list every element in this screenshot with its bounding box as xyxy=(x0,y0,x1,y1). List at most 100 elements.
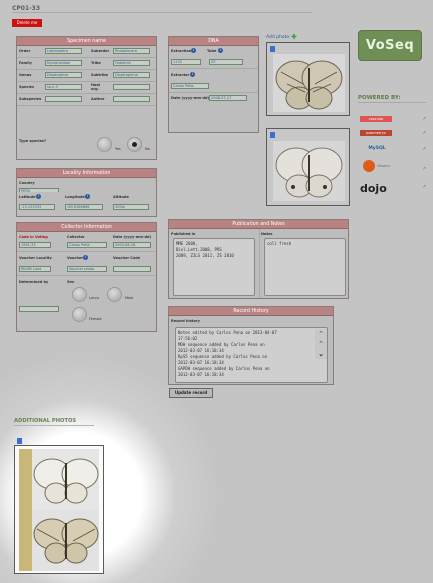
column-divider xyxy=(259,229,260,298)
arrow-icon[interactable]: ↗ xyxy=(422,130,426,136)
history-textarea: Notes edited by Carlos Pena on 2013-04-0… xyxy=(175,327,328,383)
dojo-logo[interactable]: dojo xyxy=(360,182,387,195)
butterfly-photo-1[interactable] xyxy=(273,54,345,112)
coordinates-panel: Latitude i -13.133333 Longitude i -69.61… xyxy=(16,192,157,217)
collector-date-label: Date (yyyy-mm-dd) xyxy=(113,235,152,239)
photo-frame-1 xyxy=(266,42,350,116)
extraction-label: Extraction xyxy=(171,49,192,53)
subtribe-field[interactable]: Dioptrophina xyxy=(113,72,150,78)
collector-panel: Collector Information Code in Voting 195… xyxy=(16,222,157,332)
ubuntu-logo-icon[interactable] xyxy=(363,160,375,172)
row-divider xyxy=(17,81,156,82)
title-divider xyxy=(12,12,312,13)
dna-date-field[interactable]: 2008-07-17 xyxy=(209,95,247,101)
voucher-label: Voucher xyxy=(67,256,84,260)
extractor-info-icon[interactable]: i xyxy=(190,72,195,77)
tribe-label: Tribe xyxy=(91,61,101,65)
altitude-field[interactable]: 300m xyxy=(113,204,149,210)
row-divider xyxy=(17,105,156,106)
sponsor-logo-2[interactable]: pasimetryx xyxy=(360,130,392,136)
page-title: CP01-33 xyxy=(12,5,40,12)
arrow-icon[interactable]: ↗ xyxy=(422,146,426,152)
row-divider xyxy=(17,93,156,94)
additional-photo-frame xyxy=(14,445,104,574)
sex-male-radio[interactable] xyxy=(107,287,122,302)
determined-by-field[interactable] xyxy=(19,306,59,312)
species-field[interactable]: sp.n.3 xyxy=(45,84,82,90)
tube-field[interactable]: 25 xyxy=(209,59,243,65)
type-species-yes-radio[interactable] xyxy=(97,137,112,152)
voucher-code-field[interactable] xyxy=(113,266,151,272)
row-divider xyxy=(169,92,258,93)
arrow-icon[interactable]: ↗ xyxy=(422,166,426,172)
powered-by-divider xyxy=(358,102,426,103)
row-divider xyxy=(17,69,156,70)
published-in-field[interactable]: MME 2008, Biol.Lett.2008, PRS 2009, ZJLS… xyxy=(173,238,255,296)
collector-date-field[interactable]: 2003-08-26 xyxy=(113,242,151,248)
file-icon[interactable] xyxy=(17,438,22,444)
extractor-field[interactable]: Carlos Peña xyxy=(171,83,209,89)
suborder-field[interactable]: Rhopalocera xyxy=(113,48,150,54)
genus-label: Genus xyxy=(19,73,32,77)
voucher-info-icon[interactable]: i xyxy=(83,255,88,260)
scroll-up-icon[interactable]: ⌃ xyxy=(316,330,326,338)
extraction-field[interactable]: 1133 xyxy=(171,59,201,65)
order-field[interactable]: Lepidoptera xyxy=(45,48,82,54)
collector-field[interactable]: Carlos Peña xyxy=(67,242,107,248)
voseq-logo[interactable]: VoSeq xyxy=(358,30,422,61)
tube-label: Tube xyxy=(207,49,217,53)
genus-field[interactable]: Dioptrophas xyxy=(45,72,82,78)
add-photo-link[interactable]: Add photo xyxy=(266,35,289,40)
latitude-field[interactable]: -13.133333 xyxy=(19,204,55,210)
add-photo-icon[interactable]: ✚ xyxy=(291,34,297,41)
history-heading: Record History xyxy=(169,307,333,316)
update-record-button[interactable]: Update record xyxy=(169,388,213,398)
family-label: Family xyxy=(19,61,32,65)
collector-heading: Collector Information xyxy=(17,223,156,232)
additional-photos-title: ADDITIONAL PHOTOS xyxy=(14,418,77,424)
extraction-info-icon[interactable]: i xyxy=(191,48,196,53)
specimen-photo-pair[interactable] xyxy=(19,449,99,571)
code-field[interactable]: 1951-33 xyxy=(19,242,51,248)
dna-panel: DNA Extraction i Tube i 1133 25 Extracto… xyxy=(168,36,259,133)
country-label: Country xyxy=(19,181,35,185)
latitude-info-icon[interactable]: i xyxy=(36,194,41,199)
latitude-label: Latitude xyxy=(19,195,36,199)
author-label: Author xyxy=(91,97,105,101)
male-label: Male xyxy=(125,296,134,300)
sponsor-logo-1[interactable]: vascular xyxy=(360,116,392,122)
history-scrollbar[interactable]: ⌃ ⌃ ⌄ xyxy=(315,329,327,359)
notes-field[interactable]: coll fresh xyxy=(264,238,346,296)
order-label: Order xyxy=(19,49,31,53)
longitude-info-icon[interactable]: i xyxy=(85,194,90,199)
code-label: Code in Voting xyxy=(19,235,48,239)
file-icon[interactable] xyxy=(270,132,275,138)
sex-female-radio[interactable] xyxy=(72,307,87,322)
notes-label: Notes xyxy=(261,232,273,236)
type-species-no-radio[interactable] xyxy=(127,137,142,152)
determined-by-label: Determined by xyxy=(19,280,49,284)
subspecies-field[interactable] xyxy=(45,96,82,102)
arrow-icon[interactable]: ↗ xyxy=(422,184,426,190)
tube-info-icon[interactable]: i xyxy=(218,48,223,53)
butterfly-photo-2[interactable] xyxy=(273,141,345,201)
species-label: Species xyxy=(19,85,35,89)
mysql-logo[interactable]: MySQL xyxy=(364,146,390,152)
voucher-field[interactable]: Voucher photo xyxy=(67,266,107,272)
photo-frame-2 xyxy=(266,128,350,206)
dna-date-label: Date (yyyy-mm-dd) xyxy=(171,96,210,100)
tribe-field[interactable]: Haeterini xyxy=(113,60,150,66)
sex-larva-radio[interactable] xyxy=(72,287,87,302)
file-icon[interactable] xyxy=(270,46,275,52)
longitude-field[interactable]: -69.6166666 xyxy=(65,204,103,210)
author-field[interactable] xyxy=(113,96,150,102)
delete-button[interactable]: Delete me xyxy=(12,19,42,27)
arrow-icon[interactable]: ↗ xyxy=(422,116,426,122)
ubuntu-logo[interactable]: Ubuntu xyxy=(377,163,393,169)
host-org-field[interactable] xyxy=(113,84,150,90)
scroll-down-icon[interactable]: ⌄ xyxy=(316,350,326,358)
scroll-up-icon[interactable]: ⌃ xyxy=(316,340,326,348)
voucher-locality-field[interactable]: MUSM Lima xyxy=(19,266,51,272)
subspecies-label: Subspecies xyxy=(19,97,42,101)
family-field[interactable]: Nymphalidae xyxy=(45,60,82,66)
